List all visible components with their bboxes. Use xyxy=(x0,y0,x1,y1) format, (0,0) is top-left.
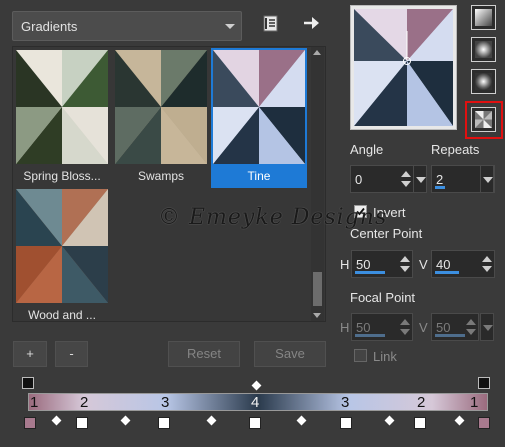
watermark: © Emeyke Designs xyxy=(158,205,388,230)
gallery-item-label: Wood and ... xyxy=(28,308,96,322)
spinner-arrows-icon[interactable] xyxy=(480,252,493,276)
document-icon[interactable] xyxy=(260,13,282,35)
angle-spinner[interactable]: 0 xyxy=(350,165,414,193)
repeats-level-bar xyxy=(435,186,445,189)
focal-v-label: V xyxy=(419,320,428,335)
color-midpoint[interactable] xyxy=(120,415,131,426)
category-dropdown[interactable]: Gradients xyxy=(12,11,242,41)
focal-h-value: 50 xyxy=(356,320,371,335)
stop-number: 3 xyxy=(341,394,350,411)
center-v-value: 40 xyxy=(436,257,451,272)
color-stop-marker[interactable] xyxy=(340,417,352,429)
focal-v-value: 50 xyxy=(436,320,451,335)
gallery-item-label: Spring Bloss... xyxy=(23,169,101,183)
gradient-thumbnail xyxy=(16,189,108,303)
gradient-thumbnail xyxy=(115,50,207,164)
opacity-stop-left[interactable] xyxy=(22,377,34,389)
selected-type-highlight xyxy=(465,101,503,139)
stop-number: 3 xyxy=(161,394,170,411)
radial-type-button[interactable] xyxy=(471,69,496,94)
gallery-item-label: Tine xyxy=(213,167,305,185)
rectangular-gradient-icon xyxy=(475,41,492,58)
linear-gradient-icon xyxy=(475,9,492,26)
color-stop-marker[interactable] xyxy=(76,417,88,429)
color-stop-marker[interactable] xyxy=(478,417,490,429)
gradient-preview[interactable] xyxy=(350,5,457,130)
focal-point-label: Focal Point xyxy=(350,290,416,305)
gallery-item-swamps[interactable]: Swamps xyxy=(113,48,209,188)
opacity-midpoint[interactable] xyxy=(251,380,262,391)
stop-number: 4 xyxy=(251,394,260,411)
stop-number: 1 xyxy=(30,394,39,411)
angle-dropdown-button[interactable] xyxy=(413,165,427,193)
color-stop-marker[interactable] xyxy=(249,417,261,429)
add-button[interactable]: + xyxy=(13,341,47,367)
center-v-label: V xyxy=(419,257,428,272)
chevron-down-icon xyxy=(225,24,235,29)
spinner-arrows-icon[interactable] xyxy=(398,252,411,276)
center-h-level-bar xyxy=(355,271,385,274)
link-label[interactable]: Link xyxy=(373,349,397,364)
color-midpoint[interactable] xyxy=(206,415,217,426)
angle-label: Angle xyxy=(350,142,384,157)
center-v-spinner[interactable]: 40 xyxy=(431,250,495,278)
color-midpoint[interactable] xyxy=(51,415,62,426)
color-midpoint[interactable] xyxy=(384,415,395,426)
linear-type-button[interactable] xyxy=(471,5,496,30)
scroll-down-icon[interactable] xyxy=(313,313,321,318)
color-stop-marker[interactable] xyxy=(414,417,426,429)
stop-number: 2 xyxy=(417,394,426,411)
color-stop-marker[interactable] xyxy=(24,417,36,429)
angle-value: 0 xyxy=(355,172,363,187)
gradient-thumbnail xyxy=(213,50,305,164)
gallery-item-label: Swamps xyxy=(137,169,184,183)
save-button[interactable]: Save xyxy=(254,341,326,367)
gallery-item-wood-and[interactable]: Wood and ... xyxy=(14,187,110,327)
gradient-thumbnail xyxy=(16,50,108,164)
rectangular-type-button[interactable] xyxy=(471,37,496,62)
color-stop-marker[interactable] xyxy=(158,417,170,429)
category-dropdown-value: Gradients xyxy=(21,19,78,34)
scroll-up-icon[interactable] xyxy=(313,50,321,55)
color-midpoint[interactable] xyxy=(454,415,465,426)
spinner-arrows-icon[interactable] xyxy=(398,315,411,339)
gradient-preview-image xyxy=(354,9,453,126)
focal-h-spinner[interactable]: 50 xyxy=(351,313,413,341)
radial-gradient-icon xyxy=(475,73,492,90)
center-h-spinner[interactable]: 50 xyxy=(351,250,413,278)
gallery-item-spring-blossom[interactable]: Spring Bloss... xyxy=(14,48,110,188)
stop-number: 2 xyxy=(80,394,89,411)
repeats-label: Repeats xyxy=(431,142,480,157)
focal-h-label: H xyxy=(340,320,350,335)
opacity-stop-right[interactable] xyxy=(478,377,490,389)
center-h-value: 50 xyxy=(356,257,371,272)
arrow-right-icon[interactable] xyxy=(300,12,322,34)
reset-button[interactable]: Reset xyxy=(168,341,240,367)
remove-button[interactable]: - xyxy=(55,341,88,367)
color-midpoint[interactable] xyxy=(296,415,307,426)
focal-v-level-bar xyxy=(435,334,465,337)
repeats-dropdown-button[interactable] xyxy=(480,165,494,193)
spinner-arrows-icon[interactable] xyxy=(464,315,477,339)
focal-v-dropdown-button[interactable] xyxy=(480,313,494,341)
focal-v-spinner[interactable]: 50 xyxy=(431,313,479,341)
center-h-label: H xyxy=(340,257,350,272)
focal-h-level-bar xyxy=(355,334,385,337)
gallery-item-tine[interactable]: Tine xyxy=(211,48,307,188)
stop-number: 1 xyxy=(470,394,479,411)
spinner-arrows-icon[interactable] xyxy=(399,167,412,191)
center-v-level-bar xyxy=(435,271,459,274)
repeats-value: 2 xyxy=(436,172,444,187)
link-checkbox[interactable] xyxy=(354,349,367,362)
scrollbar-thumb[interactable] xyxy=(313,272,322,306)
